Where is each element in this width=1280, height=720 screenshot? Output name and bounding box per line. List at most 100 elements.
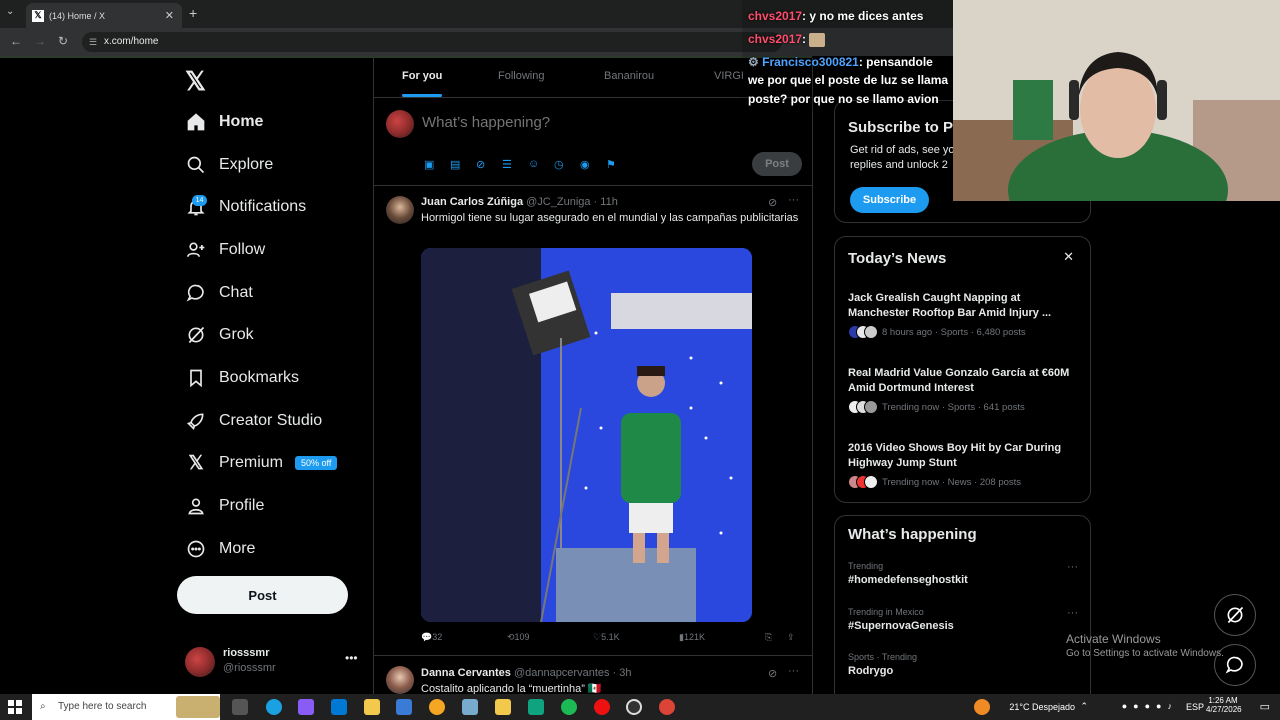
like-button[interactable]: ♡ 5.1K	[593, 632, 620, 643]
forward-icon[interactable]: →	[34, 34, 46, 48]
url-input[interactable]: ☰ x.com/home	[82, 32, 782, 52]
nav-home[interactable]: Home	[185, 107, 263, 137]
close-tab-icon[interactable]: ✕	[165, 9, 174, 22]
search-placeholder: Type here to search	[58, 701, 147, 712]
taskbar-search-input[interactable]: ⌕ Type here to search	[32, 694, 220, 720]
mail-icon[interactable]	[331, 699, 347, 715]
subscribe-title: Subscribe to P	[848, 119, 954, 136]
divider	[374, 655, 813, 656]
account-switcher[interactable]: riosssmr @riosssmr •••	[185, 645, 360, 677]
nav-follow[interactable]: Follow	[185, 235, 265, 265]
chat-message: chvs2017: y no me dices antes	[748, 9, 923, 23]
gif-icon[interactable]: ▤	[450, 158, 460, 171]
new-tab-icon[interactable]: +	[189, 5, 197, 21]
store-icon[interactable]	[364, 699, 380, 715]
grok-icon[interactable]: ⊘	[768, 196, 777, 209]
tab-bananirou[interactable]: Bananirou	[604, 70, 654, 82]
tweet-video[interactable]	[421, 248, 752, 622]
grok-icon[interactable]: ⊘	[476, 158, 485, 171]
tweet-author[interactable]: Danna Cervantes @dannapcervantes · 3h	[421, 667, 632, 679]
subscribe-button[interactable]: Subscribe	[850, 187, 929, 213]
chrome-icon[interactable]	[659, 699, 675, 715]
chevron-up-icon[interactable]: ⌃	[1080, 701, 1088, 712]
nav-chat[interactable]: Chat	[185, 278, 253, 308]
repost-button[interactable]: ⟲ 109	[507, 632, 530, 643]
opera-icon[interactable]	[594, 699, 610, 715]
flag-icon[interactable]: ⚑	[606, 158, 616, 171]
trend-name: #homedefenseghostkit	[848, 574, 968, 586]
tray-icons[interactable]: ●●●●♪	[1122, 701, 1178, 711]
language-indicator[interactable]: ESP	[1186, 702, 1204, 712]
nav-profile[interactable]: Profile	[185, 491, 264, 521]
avatar	[185, 647, 215, 677]
copilot-icon[interactable]	[298, 699, 314, 715]
back-icon[interactable]: ←	[10, 34, 22, 48]
tab-list-icon[interactable]: ⌄	[6, 6, 14, 17]
nav-premium[interactable]: 𝕏 Premium 50% off	[185, 448, 338, 478]
weather-text[interactable]: 21°C Despejado	[1009, 702, 1075, 712]
more-icon[interactable]: ···	[788, 194, 799, 206]
share-icon[interactable]: ⇪	[787, 632, 795, 643]
avatar[interactable]	[386, 196, 414, 224]
trend-item[interactable]: Trending #homedefenseghostkit ···	[848, 561, 1078, 586]
nav-bookmarks[interactable]: Bookmarks	[185, 363, 299, 393]
site-info-icon[interactable]: ☰	[89, 32, 97, 52]
nav-label: Creator Studio	[219, 412, 323, 429]
bookmark-icon[interactable]: ⎘	[765, 632, 772, 643]
news-item[interactable]: Jack Grealish Caught Napping at Manchest…	[848, 291, 1078, 339]
news-meta: 8 hours ago · Sports · 6,480 posts	[882, 326, 1026, 338]
windows-start-icon[interactable]	[8, 700, 22, 714]
subscribe-text: replies and unlock 2	[850, 159, 948, 171]
views-button[interactable]: ▮ 121K	[679, 632, 705, 643]
tab-following[interactable]: Following	[498, 70, 544, 82]
more-icon[interactable]: ···	[1067, 607, 1078, 619]
reply-button[interactable]: 💬 32	[421, 632, 442, 643]
nav-grok[interactable]: Grok	[185, 320, 254, 350]
chatgpt-icon[interactable]	[528, 699, 544, 715]
news-meta: Trending now · News · 208 posts	[882, 476, 1022, 488]
image-icon[interactable]: ▣	[424, 158, 434, 171]
compose-post-button[interactable]: Post	[752, 152, 802, 176]
weather-icon[interactable]	[974, 699, 990, 715]
nav-label: Grok	[219, 326, 254, 343]
grok-icon[interactable]: ⊘	[768, 667, 777, 680]
close-icon[interactable]: ✕	[1063, 249, 1074, 265]
notification-center-icon[interactable]: ▭	[1260, 700, 1270, 713]
schedule-icon[interactable]: ◷	[554, 158, 564, 171]
app-icon[interactable]	[429, 699, 445, 715]
browser-tab[interactable]: 𝕏 (14) Home / X ✕	[26, 3, 182, 28]
nav-more[interactable]: More	[185, 534, 255, 564]
clock[interactable]: 1:26 AM 4/27/2026	[1206, 696, 1242, 714]
task-view-icon[interactable]	[232, 699, 248, 715]
vscode-icon[interactable]	[396, 699, 412, 715]
tweet-text: Hormigol tiene su lugar asegurado en el …	[421, 212, 799, 224]
spotify-icon[interactable]	[561, 699, 577, 715]
nav-explore[interactable]: Explore	[185, 150, 273, 180]
tab-virgi[interactable]: VIRGI	[714, 70, 744, 82]
x-logo-icon[interactable]: 𝕏	[185, 66, 209, 96]
emoji-icon[interactable]: ☺	[528, 158, 539, 170]
tab-for-you[interactable]: For you	[402, 70, 442, 82]
avatar[interactable]	[386, 666, 414, 694]
trend-name: Rodrygo	[848, 665, 894, 677]
more-icon[interactable]: ···	[788, 665, 799, 677]
more-icon[interactable]: •••	[345, 651, 358, 665]
tweet-author[interactable]: Juan Carlos Zúñiga @JC_Zuniga · 11h	[421, 196, 618, 208]
post-button[interactable]: Post	[177, 576, 348, 614]
nav-creator-studio[interactable]: Creator Studio	[185, 406, 322, 436]
grok-floating-button[interactable]	[1214, 594, 1256, 636]
premium-discount-badge: 50% off	[295, 456, 338, 470]
more-icon[interactable]: ···	[1067, 561, 1078, 573]
compose-input[interactable]	[422, 114, 722, 131]
location-icon[interactable]: ◉	[580, 158, 590, 171]
obs-icon[interactable]	[626, 699, 642, 715]
poll-icon[interactable]: ☰	[502, 158, 512, 171]
reload-icon[interactable]: ↻	[58, 34, 68, 48]
notepad-icon[interactable]	[462, 699, 478, 715]
news-item[interactable]: Real Madrid Value Gonzalo García at €60M…	[848, 366, 1078, 414]
trend-item[interactable]: Sports · Trending Rodrygo	[848, 652, 1078, 677]
news-item[interactable]: 2016 Video Shows Boy Hit by Car During H…	[848, 441, 1078, 489]
folder-icon[interactable]	[495, 699, 511, 715]
trend-item[interactable]: Trending in Mexico #SupernovaGenesis ···	[848, 607, 1078, 632]
edge-icon[interactable]	[266, 699, 282, 715]
